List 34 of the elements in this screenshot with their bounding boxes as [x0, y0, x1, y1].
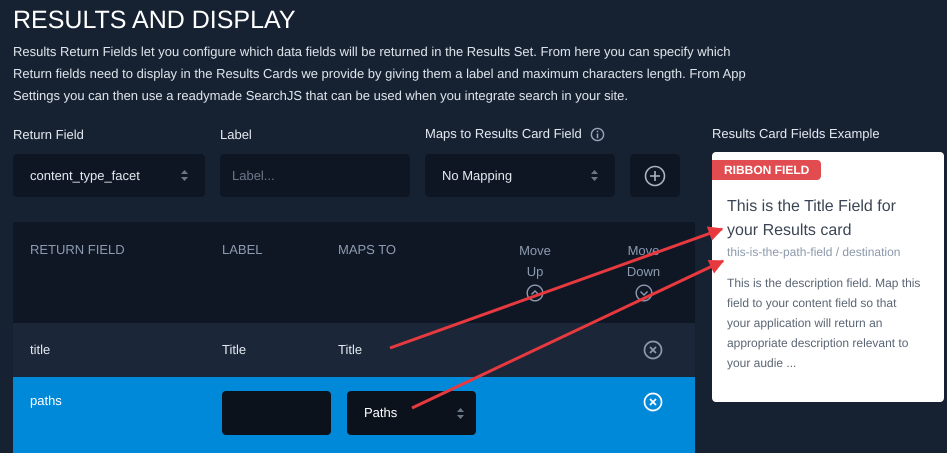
field-label: Maps to Results Card Field [425, 125, 582, 144]
ribbon-label: RIBBON FIELD [712, 160, 822, 180]
column-header: LABEL [222, 242, 262, 257]
maps-to-select[interactable]: No Mapping [425, 154, 615, 197]
table-cell: title [30, 342, 50, 358]
add-button[interactable] [630, 154, 680, 197]
table-cell: paths [30, 393, 62, 408]
remove-icon[interactable] [643, 340, 663, 360]
description: Results Return Fields let you configure which data fields will be returned in the Results Set. From here you can specify which Return fields need to display in the Results Cards we provide by giving them a label and maximum characters length. From App Settings you can then use a readymade SearchJS that can be used when you integrate search in your site. [13, 43, 747, 105]
field-label: Return Field [13, 126, 85, 143]
plus-icon [644, 164, 666, 186]
card-title: This is the Title Field for your Results card [726, 197, 897, 241]
return-field-select[interactable]: content_type_facet [13, 154, 205, 197]
card-description: This is the description field. Map this field to your content field so that your application will return an appropriate description relevant to your audie ... [727, 275, 922, 372]
card-path: this-is-the-path-field / destination [726, 244, 902, 261]
sort-icon [457, 408, 464, 418]
info-icon[interactable] [590, 126, 605, 142]
maps-to-select[interactable]: Paths [347, 391, 476, 435]
column-header: RETURN FIELD [30, 242, 125, 257]
table-cell: Title [222, 342, 246, 358]
field-label: Label [220, 126, 253, 143]
column-header: Move Up [518, 242, 552, 281]
sort-icon [591, 170, 598, 181]
chevron-down-icon[interactable] [634, 284, 652, 302]
table-row[interactable]: title Title Title [13, 323, 695, 377]
chevron-up-icon[interactable] [526, 284, 544, 302]
section-heading: Results Card Fields Example [712, 125, 881, 143]
page-title: RESULTS AND DISPLAY [13, 5, 296, 35]
label-input[interactable] [222, 391, 331, 435]
sort-icon [181, 170, 188, 181]
table-cell: Title [338, 342, 362, 358]
table-row[interactable]: paths Paths [13, 377, 695, 453]
column-header: MAPS TO [338, 242, 396, 257]
label-input[interactable]: Label... [220, 154, 410, 197]
